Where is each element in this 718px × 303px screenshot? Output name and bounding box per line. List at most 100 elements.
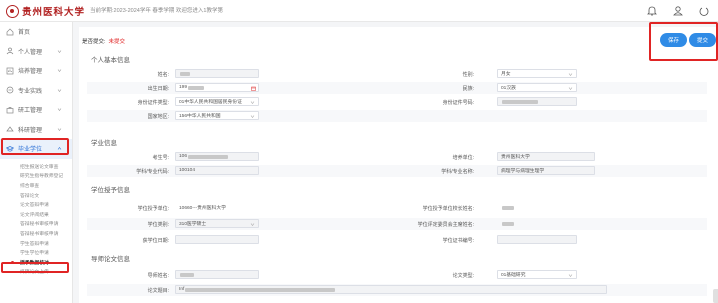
side-collapse-handle[interactable] (713, 289, 718, 303)
university-logo[interactable]: 贵州医科大学 (6, 3, 85, 19)
chevron-down-icon (57, 127, 62, 131)
sidebar-item-label: 个人管理 (18, 49, 43, 56)
section-title-personal: 个人基本信息 (91, 57, 130, 64)
redacted-value (185, 287, 336, 292)
train-unit-field[interactable]: 贵州医科大学 (497, 152, 595, 161)
id-number-field[interactable] (497, 97, 577, 106)
thesis-type-select[interactable]: 01基础研究 (497, 270, 577, 279)
sidebar-subitem-secretary-review-2[interactable]: 答辩秘书审核申请 (0, 229, 72, 239)
id-type-label: 身份证件类型: (137, 100, 169, 106)
sidebar-subitem-defense-thesis[interactable]: 答辩论文 (0, 190, 72, 200)
top-icons (646, 4, 710, 22)
name-field[interactable] (175, 69, 259, 78)
chevron-down-icon (568, 73, 573, 76)
user-icon[interactable] (672, 4, 684, 22)
chevron-down-icon (568, 87, 573, 90)
major-code-label: 学科/专业代码: (136, 169, 169, 175)
section-title-thesis: 导师论文信息 (91, 256, 130, 263)
sidebar-subitem-defense-apply[interactable]: 论文答辩申请 (0, 200, 72, 210)
home-icon (6, 28, 14, 36)
logo-text: 贵州医科大学 (22, 7, 86, 18)
chevron-down-icon (250, 115, 255, 118)
main-content: 是否提交: 未提交 个人基本信息 姓名: 性别: 月女 出生日期: 199 民族:… (79, 27, 718, 303)
train-unit-label: 培养单位: (452, 155, 474, 161)
sidebar-subitem-student-degree[interactable]: 学生学位申请 (0, 248, 72, 258)
redacted-value (180, 71, 190, 76)
person-icon (6, 47, 14, 55)
birth-date-field[interactable]: 199 (175, 83, 259, 92)
sidebar-subitem-student-defense[interactable]: 学生答辩申请 (0, 238, 72, 248)
briefcase-icon (6, 106, 14, 114)
degree-date-field[interactable] (175, 235, 259, 244)
redacted-value (502, 205, 514, 210)
id-type-select[interactable]: 01中华人民共和国居民身份证 (175, 97, 259, 106)
degree-unit-field[interactable]: 10660---贵州医科大学 (175, 203, 275, 212)
advisor-name-label: 导师姓名: (147, 273, 169, 279)
term-info: 当前学期:2023-2024学年 春季学期 欢迎您进入1教学第 (90, 8, 223, 14)
section-title-education: 学业信息 (91, 140, 117, 147)
major-code-field[interactable]: 100104 (175, 166, 259, 175)
sidebar-item-personal[interactable]: 个人管理 (0, 42, 72, 62)
gender-select[interactable]: 月女 (497, 69, 577, 78)
ethnic-select[interactable]: 01汉族 (497, 83, 577, 92)
student-no-label: 考生号: (152, 155, 169, 161)
calendar-icon[interactable] (251, 86, 256, 91)
thesis-type-label: 论文类型: (452, 273, 474, 279)
power-icon[interactable] (698, 4, 710, 22)
sidebar-subitem-secretary-review[interactable]: 答辩秘书审核申请 (0, 219, 72, 229)
chevron-down-icon (250, 101, 255, 104)
redacted-value (188, 154, 229, 159)
sidebar: 首页 个人管理 培养管理 专业实践 研工管理 科研管理 毕业学位 招生报送论文审… (0, 22, 73, 303)
thesis-title-label: 论文题目: (147, 288, 169, 294)
country-select[interactable]: 156中华人民共和国 (175, 111, 259, 120)
highlight-box-current-sub (1, 262, 69, 273)
sidebar-subitem-general-review[interactable]: 综合审查 (0, 181, 72, 191)
name-label: 姓名: (157, 72, 169, 78)
degree-category-label: 学位类别: (147, 222, 169, 228)
sidebar-item-label: 研工管理 (18, 108, 43, 115)
thesis-title-field[interactable]: Inf (175, 285, 607, 294)
sidebar-submenu: 招生报送论文审查 研究生指导教师登记 综合审查 答辩论文 论文答辩申请 论文评阅… (0, 159, 72, 277)
research-icon (6, 126, 14, 132)
unit-leader-label: 学位授予单位校长姓名: (422, 206, 474, 212)
chevron-down-icon (57, 88, 62, 92)
advisor-name-field[interactable] (175, 270, 259, 279)
sidebar-item-practice[interactable]: 专业实践 (0, 81, 72, 101)
chevron-down-icon (57, 108, 62, 111)
redacted-value (502, 99, 538, 104)
committee-chair-label: 学位评定委员会主席姓名: (417, 222, 474, 228)
country-label: 国家地区: (147, 114, 169, 120)
chevron-down-icon (250, 223, 255, 226)
sidebar-item-label: 科研管理 (18, 127, 43, 134)
chart-icon (6, 67, 14, 75)
redacted-value (180, 272, 194, 277)
chevron-down-icon (57, 69, 62, 72)
sidebar-item-label: 培养管理 (18, 69, 43, 76)
sidebar-subitem-advisor-register[interactable]: 研究生指导教师登记 (0, 171, 72, 181)
major-name-field[interactable]: 病理学与病理生理学 (497, 166, 595, 175)
sidebar-item-label: 首页 (18, 30, 31, 37)
unit-leader-field[interactable] (497, 203, 577, 212)
sidebar-item-research[interactable]: 科研管理 (0, 120, 72, 140)
redacted-value (502, 221, 514, 226)
chevron-down-icon (57, 49, 62, 53)
sidebar-item-home[interactable]: 首页 (0, 22, 72, 42)
redacted-value (188, 85, 205, 90)
sidebar-subitem-review-result[interactable]: 论文评阅结果 (0, 209, 72, 219)
major-name-label: 学科/专业名称: (441, 169, 474, 175)
university-seal-icon (6, 4, 19, 18)
certificate-no-label: 学位证书编号: (442, 238, 474, 244)
degree-category-select[interactable]: 310医学硕士 (175, 219, 259, 228)
submit-status: 是否提交: 未提交 (82, 37, 125, 45)
certificate-no-field[interactable] (497, 235, 577, 244)
committee-chair-field[interactable] (497, 219, 577, 228)
submit-status-label: 是否提交: (82, 39, 106, 45)
chevron-down-icon (568, 274, 573, 277)
student-no-field[interactable]: 106 (175, 152, 259, 161)
sidebar-item-admin[interactable]: 研工管理 (0, 100, 72, 120)
sidebar-subitem-thesis-review[interactable]: 招生报送论文审查 (0, 162, 72, 172)
id-number-label: 身份证件号码: (442, 100, 474, 106)
sidebar-item-training[interactable]: 培养管理 (0, 61, 72, 81)
bell-icon[interactable] (646, 4, 658, 22)
degree-unit-label: 学位授予单位: (137, 206, 169, 212)
